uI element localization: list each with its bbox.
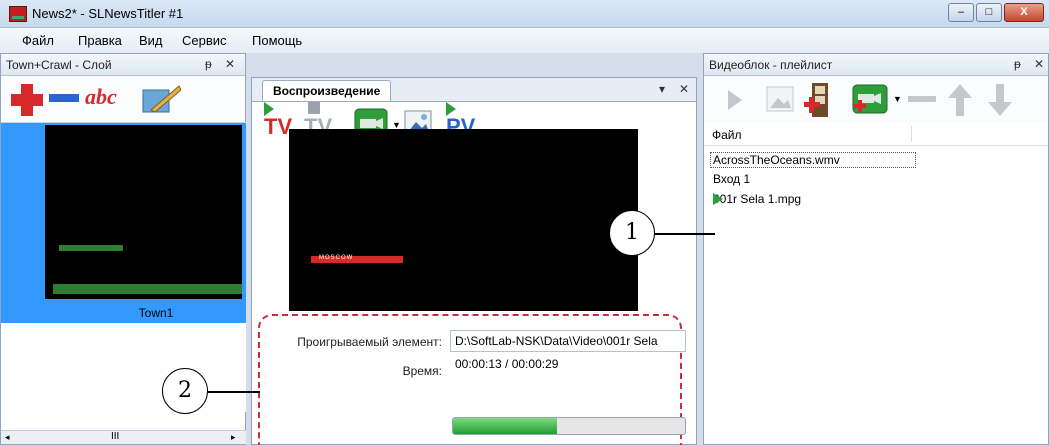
playlist-toolbar: ▼ xyxy=(704,76,1048,122)
dropdown-icon[interactable]: ▾ xyxy=(659,82,665,96)
playlist-header: Файл xyxy=(704,122,1048,146)
add-icon[interactable] xyxy=(9,82,45,118)
callout-1: 1 xyxy=(609,210,655,256)
preview-red-bar: MOSCOW xyxy=(311,255,403,263)
move-up-icon[interactable] xyxy=(948,84,972,116)
layer-panel-header: Town+Crawl - Слой ᵽ ✕ xyxy=(1,54,245,76)
horizontal-scrollbar[interactable]: ◂ III ▸ xyxy=(1,430,246,444)
time-value: 00:00:13 / 00:00:29 xyxy=(455,357,559,371)
playlist-item-label: Вход 1 xyxy=(713,172,751,186)
now-playing-icon xyxy=(713,193,723,205)
playlist-panel-title: Видеоблок - плейлист xyxy=(709,58,833,72)
callout-2: 2 xyxy=(162,368,208,414)
scroll-left-icon[interactable]: ◂ xyxy=(5,432,10,443)
move-down-icon[interactable] xyxy=(988,84,1012,116)
spell-check-icon[interactable]: abc xyxy=(85,84,117,110)
image-icon[interactable] xyxy=(766,86,794,112)
thumb-bar xyxy=(59,245,123,251)
menu-bar: Файл Правка Вид Сервис Помощь xyxy=(0,28,1049,53)
layer-panel-title: Town+Crawl - Слой xyxy=(6,58,112,72)
playback-progress-fill xyxy=(453,418,558,434)
layer-toolbar: abc xyxy=(1,76,245,122)
app-icon xyxy=(9,6,27,22)
playlist-item[interactable]: 001r Sela 1.mpg xyxy=(713,192,801,206)
menu-view[interactable]: Вид xyxy=(139,33,163,48)
add-clip-icon[interactable] xyxy=(804,82,834,118)
chevron-down-icon[interactable]: ▼ xyxy=(893,94,902,104)
playlist-item[interactable]: Вход 1 xyxy=(713,172,750,186)
column-divider xyxy=(911,126,912,142)
playlist-panel-header: Видеоблок - плейлист ᵽ ✕ xyxy=(704,54,1048,76)
playlist-panel: Видеоблок - плейлист ᵽ ✕ ▼ Файл AcrossTh… xyxy=(703,53,1049,445)
tv-label: TV xyxy=(264,114,293,139)
playing-element-field[interactable]: D:\SoftLab-NSK\Data\Video\001r Sela xyxy=(450,330,686,352)
close-icon[interactable]: ✕ xyxy=(1034,57,1044,71)
workspace: Town+Crawl - Слой ᵽ ✕ abc Town1 ◂ III ▸ … xyxy=(0,53,1049,445)
add-camera-icon[interactable] xyxy=(852,84,890,116)
playing-element-label: Проигрываемый элемент: xyxy=(297,335,442,349)
callout-1-line xyxy=(655,233,715,235)
minimize-button[interactable]: – xyxy=(948,3,974,22)
scroll-thumb-grip[interactable]: III xyxy=(111,431,119,442)
playlist-item-label: AcrossTheOceans.wmv xyxy=(710,152,916,168)
layer-panel: Town+Crawl - Слой ᵽ ✕ abc Town1 ◂ III ▸ xyxy=(0,53,246,445)
close-icon[interactable]: ✕ xyxy=(225,57,235,71)
column-file[interactable]: Файл xyxy=(712,128,742,142)
preview-window: MOSCOW xyxy=(289,129,638,311)
playback-progress-bar xyxy=(452,417,686,435)
preview-caption: MOSCOW xyxy=(319,255,354,261)
layer-thumbnail xyxy=(45,125,242,299)
playlist-item-label: 001r Sela 1.mpg xyxy=(713,192,802,206)
pin-icon[interactable]: ᵽ xyxy=(1014,57,1021,71)
playlist-item[interactable]: AcrossTheOceans.wmv xyxy=(710,152,916,168)
remove-icon[interactable] xyxy=(908,96,936,104)
layer-item[interactable]: Town1 xyxy=(1,123,246,323)
time-label: Время: xyxy=(402,364,442,378)
pin-icon[interactable]: ᵽ xyxy=(205,57,212,71)
edit-image-icon[interactable] xyxy=(141,82,181,116)
callout-2-line xyxy=(208,391,260,393)
playback-tab-strip: Воспроизведение ▾ ✕ xyxy=(252,78,696,102)
close-window-button[interactable]: X xyxy=(1004,3,1044,22)
thumb-bar xyxy=(53,284,242,294)
menu-help[interactable]: Помощь xyxy=(252,33,302,48)
window-title: News2* - SLNewsTitler #1 xyxy=(32,6,184,21)
close-icon[interactable]: ✕ xyxy=(679,82,689,96)
title-bar: News2* - SLNewsTitler #1 – □ X xyxy=(0,0,1049,28)
playback-toolbar: TV TV ▼ PV xyxy=(252,102,696,139)
playback-panel: Воспроизведение ▾ ✕ TV TV ▼ PV MOSCOW Пр… xyxy=(251,77,697,445)
menu-file[interactable]: Файл xyxy=(22,33,54,48)
maximize-button[interactable]: □ xyxy=(976,3,1002,22)
tab-playback[interactable]: Воспроизведение xyxy=(262,80,392,101)
menu-edit[interactable]: Правка xyxy=(78,33,122,48)
menu-service[interactable]: Сервис xyxy=(182,33,227,48)
scroll-right-icon[interactable]: ▸ xyxy=(231,432,236,443)
layer-list: Town1 xyxy=(1,122,246,412)
remove-icon[interactable] xyxy=(49,92,79,104)
play-icon[interactable] xyxy=(728,90,742,110)
